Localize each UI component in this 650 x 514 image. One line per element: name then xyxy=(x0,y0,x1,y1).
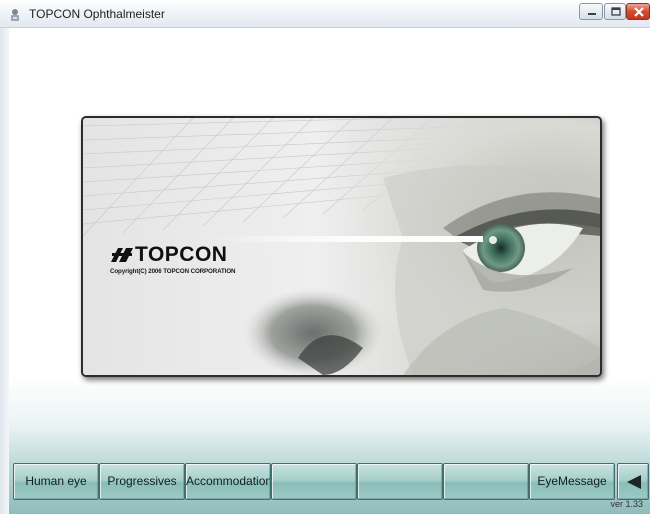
close-button[interactable] xyxy=(626,3,650,20)
logo-wordmark: TOPCON xyxy=(135,243,228,266)
progressives-button[interactable]: Progressives xyxy=(99,463,185,500)
toolbar-button-empty-2[interactable] xyxy=(357,463,443,500)
accommodation-button[interactable]: Accommodation xyxy=(185,463,271,500)
window-left-border xyxy=(0,28,9,514)
toolbar-button-empty-1[interactable] xyxy=(271,463,357,500)
maximize-button[interactable] xyxy=(604,3,626,20)
app-icon xyxy=(11,9,19,21)
minimize-button[interactable] xyxy=(579,3,603,20)
version-label: ver 1.33 xyxy=(610,499,643,509)
eyemessage-button[interactable]: EyeMessage xyxy=(529,463,615,500)
triangle-left-icon xyxy=(627,475,641,489)
close-icon xyxy=(634,7,644,17)
human-eye-button[interactable]: Human eye xyxy=(13,463,99,500)
minimize-icon xyxy=(588,13,596,15)
splash-image: TOPCON Copyright(C) 2006 TOPCON CORPORAT… xyxy=(81,116,602,377)
bottom-toolbar: Human eye Progressives Accommodation Eye… xyxy=(13,463,649,502)
main-content: TOPCON Copyright(C) 2006 TOPCON CORPORAT… xyxy=(9,28,650,514)
back-button[interactable] xyxy=(617,463,649,500)
copyright-text: Copyright(C) 2006 TOPCON CORPORATION xyxy=(110,268,236,275)
topcon-logo-mark-icon xyxy=(111,248,133,262)
window-title: TOPCON Ophthalmeister xyxy=(29,7,165,21)
maximize-icon xyxy=(611,7,621,16)
title-bar: TOPCON Ophthalmeister xyxy=(0,0,650,28)
toolbar-button-empty-3[interactable] xyxy=(443,463,529,500)
